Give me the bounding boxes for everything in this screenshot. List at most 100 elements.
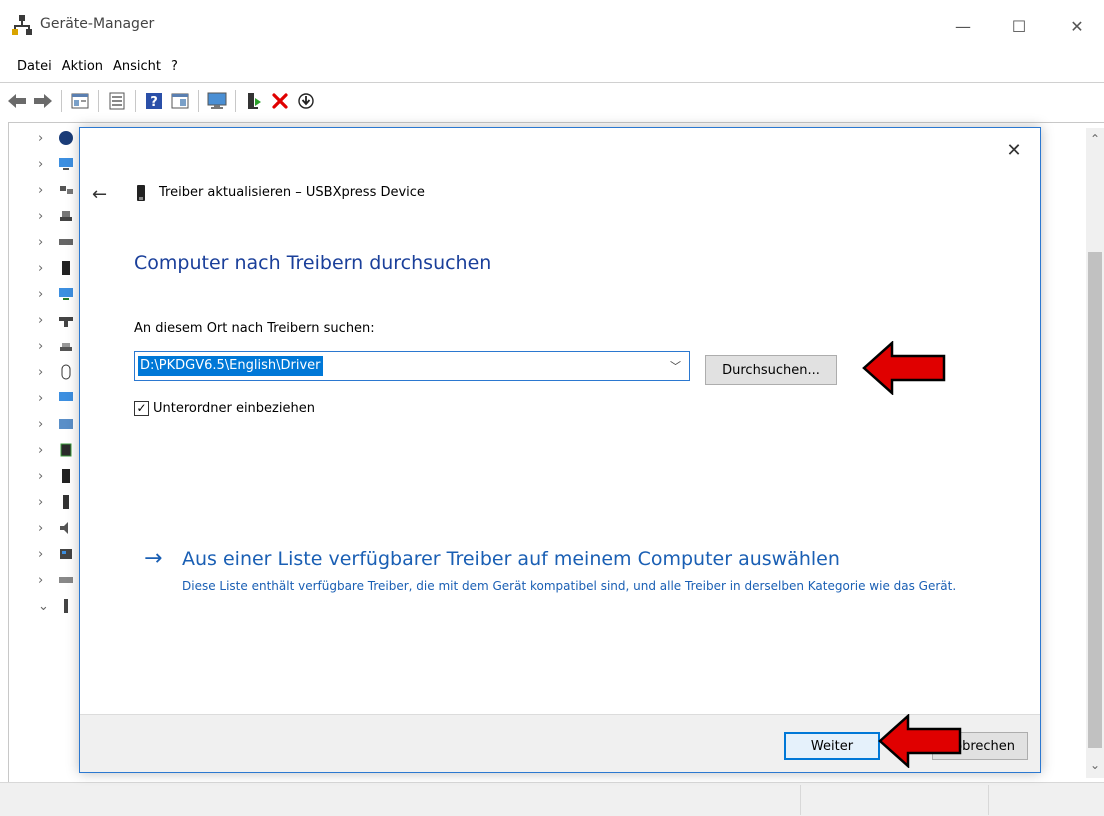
- dialog-title: Treiber aktualisieren – USBXpress Device: [159, 185, 425, 200]
- title-bar: Geräte-Manager — ☐ ✕: [0, 0, 1104, 52]
- update-driver-dialog: ✕ ← Treiber aktualisieren – USBXpress De…: [79, 127, 1041, 773]
- tree-item-expanded[interactable]: ⌄: [38, 596, 78, 616]
- connector-icon: [59, 317, 73, 327]
- tree-item[interactable]: ›: [38, 206, 78, 226]
- keyboard-icon: [59, 239, 73, 245]
- svg-text:?: ?: [150, 95, 158, 110]
- help-icon[interactable]: ?: [143, 90, 165, 112]
- uninstall-icon[interactable]: [269, 90, 291, 112]
- chevron-right-icon[interactable]: ›: [38, 547, 52, 562]
- chevron-right-icon[interactable]: ›: [38, 495, 52, 510]
- subfolders-label[interactable]: Unterordner einbeziehen: [153, 401, 315, 416]
- back-arrow-button[interactable]: ←: [92, 184, 107, 205]
- tree-item[interactable]: ›: [38, 258, 78, 278]
- driver-path-combobox[interactable]: D:\PKDGV6.5\English\Driver ﹀: [134, 351, 690, 381]
- chevron-right-icon[interactable]: ›: [38, 157, 52, 172]
- chevron-right-icon[interactable]: ›: [38, 313, 52, 328]
- device-icon: [63, 495, 69, 509]
- toolbar-separator: [235, 89, 236, 112]
- next-button[interactable]: Weiter: [784, 732, 880, 760]
- chevron-right-icon[interactable]: ›: [38, 261, 52, 276]
- chevron-right-icon[interactable]: ›: [38, 131, 52, 146]
- chevron-right-icon[interactable]: ›: [38, 365, 52, 380]
- browse-button[interactable]: Durchsuchen...: [705, 355, 837, 385]
- tree-item[interactable]: ›: [38, 544, 78, 564]
- arrow-right-icon[interactable]: →: [144, 546, 162, 572]
- chevron-right-icon[interactable]: ›: [38, 287, 52, 302]
- document-icon[interactable]: [106, 90, 128, 112]
- chevron-right-icon[interactable]: ›: [38, 573, 52, 588]
- tree-item[interactable]: ›: [38, 154, 78, 174]
- drive-icon: [60, 211, 72, 221]
- device-manager-icon: [12, 15, 32, 35]
- chevron-right-icon[interactable]: ›: [38, 183, 52, 198]
- menu-ansicht[interactable]: Ansicht: [108, 59, 166, 74]
- vertical-scrollbar[interactable]: ⌃ ⌄: [1086, 128, 1104, 778]
- chevron-right-icon[interactable]: ›: [38, 339, 52, 354]
- chevron-right-icon[interactable]: ›: [38, 235, 52, 250]
- chevron-right-icon[interactable]: ›: [38, 443, 52, 458]
- tree-item[interactable]: ›: [38, 128, 78, 148]
- tree-item[interactable]: ›: [38, 284, 78, 304]
- sound-icon: [60, 522, 68, 534]
- chevron-down-icon[interactable]: ⌄: [38, 599, 52, 614]
- scroll-thumb[interactable]: [1088, 252, 1102, 748]
- pick-from-list-link[interactable]: Aus einer Liste verfügbarer Treiber auf …: [182, 546, 840, 572]
- update-driver-icon[interactable]: [243, 90, 265, 112]
- chevron-right-icon[interactable]: ›: [38, 391, 52, 406]
- chevron-up-icon[interactable]: ⌃: [1086, 132, 1104, 150]
- driver-path-value[interactable]: D:\PKDGV6.5\English\Driver: [138, 356, 323, 376]
- bluetooth-icon: [59, 131, 73, 145]
- tree-item[interactable]: ›: [38, 310, 78, 330]
- tree-item[interactable]: ›: [38, 414, 78, 434]
- tree-item[interactable]: ›: [38, 336, 78, 356]
- maximize-button[interactable]: ☐: [996, 10, 1042, 42]
- chevron-right-icon[interactable]: ›: [38, 469, 52, 484]
- menu-bar: Datei Aktion Ansicht ?: [0, 52, 1104, 80]
- window-title: Geräte-Manager: [40, 16, 155, 32]
- menu-help[interactable]: ?: [166, 59, 183, 74]
- menu-aktion[interactable]: Aktion: [57, 59, 108, 74]
- printer-icon: [60, 343, 72, 351]
- menu-datei[interactable]: Datei: [12, 59, 57, 74]
- minimize-button[interactable]: —: [940, 10, 986, 42]
- forward-icon[interactable]: [32, 90, 54, 112]
- chevron-right-icon[interactable]: ›: [38, 521, 52, 536]
- tree-item[interactable]: ›: [38, 466, 78, 486]
- toolbar-separator: [198, 89, 199, 112]
- chevron-right-icon[interactable]: ›: [38, 417, 52, 432]
- tree-item[interactable]: ›: [38, 440, 78, 460]
- panel-icon[interactable]: [169, 90, 191, 112]
- chevron-down-icon[interactable]: ﹀: [670, 358, 681, 374]
- toolbar: ?: [0, 82, 1104, 118]
- properties-list-icon[interactable]: [69, 90, 91, 112]
- storage-icon: [62, 469, 70, 483]
- toolbar-separator: [135, 89, 136, 112]
- subfolders-checkbox[interactable]: ✓: [134, 401, 149, 416]
- chevron-down-icon[interactable]: ⌄: [1086, 758, 1104, 776]
- annotation-arrow-left-icon: [878, 714, 962, 768]
- toolbar-separator: [61, 89, 62, 112]
- monitor-icon[interactable]: [206, 90, 228, 112]
- tree-item[interactable]: ›: [38, 362, 78, 382]
- dialog-heading: Computer nach Treibern durchsuchen: [134, 252, 492, 274]
- tree-item[interactable]: ›: [38, 388, 78, 408]
- tree-item[interactable]: ›: [38, 518, 78, 538]
- close-window-button[interactable]: ✕: [1054, 10, 1100, 42]
- chip-icon: [62, 261, 70, 275]
- tree-item[interactable]: ›: [38, 232, 78, 252]
- network-adapter-icon: [59, 419, 73, 429]
- dialog-close-button[interactable]: ✕: [1002, 138, 1026, 162]
- tree-item[interactable]: ›: [38, 570, 78, 590]
- monitor-icon: [59, 392, 73, 401]
- mouse-icon: [61, 364, 71, 380]
- tree-item[interactable]: ›: [38, 180, 78, 200]
- back-icon[interactable]: [6, 90, 28, 112]
- network-icon: [60, 186, 73, 194]
- keyboard-device-icon: [59, 577, 73, 583]
- chevron-right-icon[interactable]: ›: [38, 209, 52, 224]
- download-circle-icon[interactable]: [295, 90, 317, 112]
- usb-device-icon: [137, 185, 145, 201]
- tree-item[interactable]: ›: [38, 492, 78, 512]
- search-location-label: An diesem Ort nach Treibern suchen:: [134, 321, 375, 336]
